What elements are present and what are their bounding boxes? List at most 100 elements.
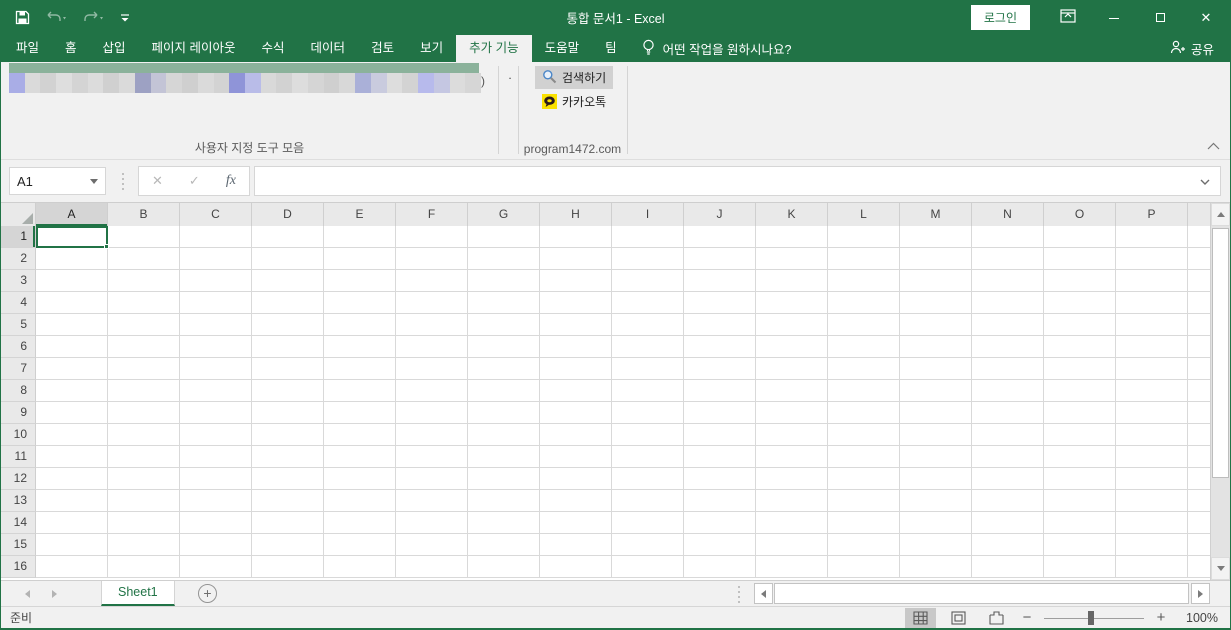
- cell-O11[interactable]: [1044, 446, 1116, 468]
- cell-I13[interactable]: [612, 490, 684, 512]
- cell-E15[interactable]: [324, 534, 396, 556]
- column-header-I[interactable]: I: [612, 203, 684, 226]
- cell-N11[interactable]: [972, 446, 1044, 468]
- cell-O8[interactable]: [1044, 380, 1116, 402]
- zoom-out-button[interactable]: −: [1019, 609, 1035, 626]
- cell-partial-7[interactable]: [1188, 358, 1210, 380]
- tab-review[interactable]: 검토: [358, 35, 407, 62]
- cell-E14[interactable]: [324, 512, 396, 534]
- cell-M2[interactable]: [900, 248, 972, 270]
- cell-D11[interactable]: [252, 446, 324, 468]
- column-header-M[interactable]: M: [900, 203, 972, 226]
- row-header-1[interactable]: 1: [1, 226, 36, 248]
- maximize-button[interactable]: [1152, 10, 1168, 25]
- cell-G4[interactable]: [468, 292, 540, 314]
- cell-G1[interactable]: [468, 226, 540, 248]
- cell-A4[interactable]: [36, 292, 108, 314]
- cell-P1[interactable]: [1116, 226, 1188, 248]
- row-header-13[interactable]: 13: [1, 490, 36, 512]
- cell-N15[interactable]: [972, 534, 1044, 556]
- blurred-custom-toolbar[interactable]: [9, 73, 481, 93]
- cell-K14[interactable]: [756, 512, 828, 534]
- cell-G16[interactable]: [468, 556, 540, 578]
- cell-O10[interactable]: [1044, 424, 1116, 446]
- column-header-C[interactable]: C: [180, 203, 252, 226]
- cell-I5[interactable]: [612, 314, 684, 336]
- tab-data[interactable]: 데이터: [298, 35, 359, 62]
- name-box[interactable]: A1: [9, 167, 106, 195]
- cell-F6[interactable]: [396, 336, 468, 358]
- cell-I14[interactable]: [612, 512, 684, 534]
- cell-G2[interactable]: [468, 248, 540, 270]
- minimize-button[interactable]: [1106, 10, 1122, 25]
- tabbar-resize-handle[interactable]: [738, 586, 740, 588]
- row-header-10[interactable]: 10: [1, 424, 36, 446]
- cell-F5[interactable]: [396, 314, 468, 336]
- cell-N1[interactable]: [972, 226, 1044, 248]
- cell-C1[interactable]: [180, 226, 252, 248]
- cell-H11[interactable]: [540, 446, 612, 468]
- cell-A13[interactable]: [36, 490, 108, 512]
- cell-M3[interactable]: [900, 270, 972, 292]
- cell-K4[interactable]: [756, 292, 828, 314]
- cell-E10[interactable]: [324, 424, 396, 446]
- cell-P11[interactable]: [1116, 446, 1188, 468]
- cell-J3[interactable]: [684, 270, 756, 292]
- cell-M9[interactable]: [900, 402, 972, 424]
- vertical-scroll-thumb[interactable]: [1212, 228, 1229, 478]
- cell-H4[interactable]: [540, 292, 612, 314]
- cell-I1[interactable]: [612, 226, 684, 248]
- expand-formula-bar-icon[interactable]: [1200, 174, 1210, 188]
- redo-icon[interactable]: [82, 11, 104, 25]
- cell-K7[interactable]: [756, 358, 828, 380]
- cell-G6[interactable]: [468, 336, 540, 358]
- cell-P3[interactable]: [1116, 270, 1188, 292]
- kakaotalk-button[interactable]: 카카오톡: [535, 90, 613, 113]
- cell-E13[interactable]: [324, 490, 396, 512]
- cell-J6[interactable]: [684, 336, 756, 358]
- undo-icon[interactable]: [45, 11, 67, 25]
- column-header-partial[interactable]: [1188, 203, 1210, 226]
- row-header-9[interactable]: 9: [1, 402, 36, 424]
- cell-partial-4[interactable]: [1188, 292, 1210, 314]
- tab-home[interactable]: 홈: [52, 35, 90, 62]
- cell-J14[interactable]: [684, 512, 756, 534]
- cell-D8[interactable]: [252, 380, 324, 402]
- scroll-down-button[interactable]: [1211, 557, 1230, 580]
- cell-D15[interactable]: [252, 534, 324, 556]
- cell-A8[interactable]: [36, 380, 108, 402]
- normal-view-button[interactable]: [905, 608, 936, 628]
- login-button[interactable]: 로그인: [971, 5, 1030, 30]
- cell-F16[interactable]: [396, 556, 468, 578]
- cell-I7[interactable]: [612, 358, 684, 380]
- cell-A16[interactable]: [36, 556, 108, 578]
- add-sheet-button[interactable]: +: [198, 584, 217, 603]
- cell-A6[interactable]: [36, 336, 108, 358]
- cell-B1[interactable]: [108, 226, 180, 248]
- column-header-N[interactable]: N: [972, 203, 1044, 226]
- cell-A2[interactable]: [36, 248, 108, 270]
- column-header-D[interactable]: D: [252, 203, 324, 226]
- cell-B3[interactable]: [108, 270, 180, 292]
- sheet-tab-sheet1[interactable]: Sheet1: [101, 581, 175, 606]
- cell-M4[interactable]: [900, 292, 972, 314]
- tab-page-layout[interactable]: 페이지 레이아웃: [139, 35, 249, 62]
- cell-A7[interactable]: [36, 358, 108, 380]
- cell-M13[interactable]: [900, 490, 972, 512]
- cell-D14[interactable]: [252, 512, 324, 534]
- cell-E16[interactable]: [324, 556, 396, 578]
- formula-input[interactable]: [254, 166, 1221, 196]
- h-scroll-left-button[interactable]: [754, 583, 773, 604]
- close-button[interactable]: ✕: [1198, 10, 1214, 26]
- select-all-button[interactable]: [1, 203, 36, 226]
- cell-N6[interactable]: [972, 336, 1044, 358]
- cell-D7[interactable]: [252, 358, 324, 380]
- row-header-7[interactable]: 7: [1, 358, 36, 380]
- cell-C4[interactable]: [180, 292, 252, 314]
- cell-K8[interactable]: [756, 380, 828, 402]
- cell-H13[interactable]: [540, 490, 612, 512]
- cell-H7[interactable]: [540, 358, 612, 380]
- tab-view[interactable]: 보기: [407, 35, 456, 62]
- row-header-5[interactable]: 5: [1, 314, 36, 336]
- cell-C7[interactable]: [180, 358, 252, 380]
